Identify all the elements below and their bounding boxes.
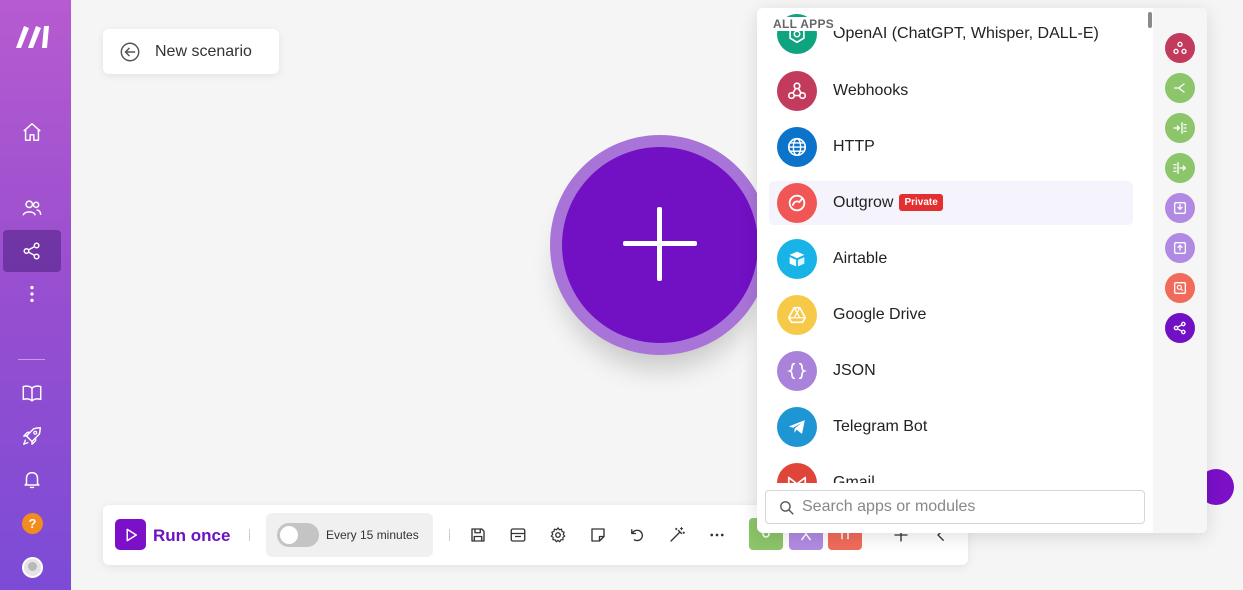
- app-item-gmail[interactable]: Gmail: [769, 461, 1133, 483]
- app-item-label: OpenAI (ChatGPT, Whisper, DALL-E): [833, 25, 1099, 42]
- help-icon[interactable]: ?: [22, 513, 43, 534]
- more-horizontal-icon[interactable]: [707, 525, 727, 545]
- aggregator-icon[interactable]: [1165, 113, 1195, 143]
- category-rail: [1153, 8, 1207, 533]
- gear-icon[interactable]: [548, 525, 568, 545]
- schedule-toggle[interactable]: [277, 523, 319, 547]
- app-item-label: Airtable: [833, 250, 888, 267]
- router-icon[interactable]: [1165, 73, 1195, 103]
- save-icon[interactable]: [468, 525, 488, 545]
- app-item-airtable[interactable]: Airtable: [769, 237, 1133, 281]
- private-badge: Private: [899, 194, 943, 211]
- plus-icon-stem: [657, 207, 662, 281]
- app-item-label: Telegram Bot: [833, 418, 928, 435]
- import-icon[interactable]: [1165, 193, 1195, 223]
- home-icon[interactable]: [3, 111, 61, 153]
- export-icon[interactable]: [1165, 233, 1195, 263]
- bell-icon[interactable]: [3, 458, 61, 500]
- sidebar-divider: [18, 359, 45, 360]
- toolbar-divider: [449, 529, 450, 541]
- json-icon: [777, 351, 817, 391]
- airtable-icon: [777, 239, 817, 279]
- google-drive-icon: [777, 295, 817, 335]
- app-item-label: Google Drive: [833, 306, 927, 323]
- more-vertical-icon[interactable]: [3, 273, 61, 315]
- app-item-webhooks[interactable]: Webhooks: [769, 69, 1133, 113]
- team-icon[interactable]: [3, 187, 61, 229]
- back-to-scenarios-button[interactable]: New scenario: [103, 29, 279, 74]
- search-app-icon[interactable]: [1165, 273, 1195, 303]
- schedule-control[interactable]: Every 15 minutes: [266, 513, 433, 557]
- app-item-json[interactable]: JSON: [769, 349, 1133, 393]
- undo-icon[interactable]: [627, 525, 647, 545]
- search-input[interactable]: [802, 495, 1132, 519]
- telegram-icon: [777, 407, 817, 447]
- note-icon[interactable]: [588, 525, 608, 545]
- outgrow-icon: [777, 183, 817, 223]
- arrow-left-circle-icon: [120, 42, 140, 61]
- share-icon[interactable]: [1165, 313, 1195, 343]
- sidebar: ?: [0, 0, 71, 590]
- webhooks-icon[interactable]: [1165, 33, 1195, 63]
- play-icon[interactable]: [115, 519, 146, 550]
- avatar[interactable]: [22, 557, 43, 578]
- toolbar-divider: [249, 529, 250, 541]
- app-item-label: Webhooks: [833, 82, 909, 99]
- run-once-button[interactable]: Run once: [153, 526, 230, 546]
- webhooks-icon: [777, 71, 817, 111]
- app-item-label: JSON: [833, 362, 876, 379]
- magic-wand-icon[interactable]: [667, 525, 687, 545]
- iterator-icon[interactable]: [1165, 153, 1195, 183]
- scenario-title: New scenario: [155, 42, 252, 60]
- gmail-icon: [777, 463, 817, 483]
- rocket-icon[interactable]: [3, 415, 61, 457]
- schedule-label[interactable]: Every 15 minutes: [326, 528, 419, 542]
- make-logo-icon[interactable]: [14, 22, 52, 50]
- app-item-http[interactable]: HTTP: [769, 125, 1133, 169]
- search-field[interactable]: [765, 490, 1145, 524]
- app-item-telegram-bot[interactable]: Telegram Bot: [769, 405, 1133, 449]
- book-icon[interactable]: [3, 372, 61, 414]
- app-list[interactable]: ALL APPS OpenAI (ChatGPT, Whisper, DALL-…: [757, 8, 1153, 483]
- app-item-outgrow[interactable]: Outgrow Private: [769, 181, 1133, 225]
- search-icon: [780, 501, 794, 515]
- app-list-scrollbar[interactable]: [1148, 12, 1152, 28]
- app-item-google-drive[interactable]: Google Drive: [769, 293, 1133, 337]
- app-item-label: Gmail: [833, 474, 875, 483]
- app-item-label: Outgrow Private: [833, 194, 943, 212]
- scenario-setup-icon[interactable]: [508, 525, 528, 545]
- app-item-label: HTTP: [833, 138, 875, 155]
- scenarios-share-icon[interactable]: [3, 230, 61, 272]
- app-picker-panel: ALL APPS OpenAI (ChatGPT, Whisper, DALL-…: [757, 8, 1207, 533]
- globe-icon: [777, 127, 817, 167]
- app-list-header: ALL APPS: [773, 17, 841, 31]
